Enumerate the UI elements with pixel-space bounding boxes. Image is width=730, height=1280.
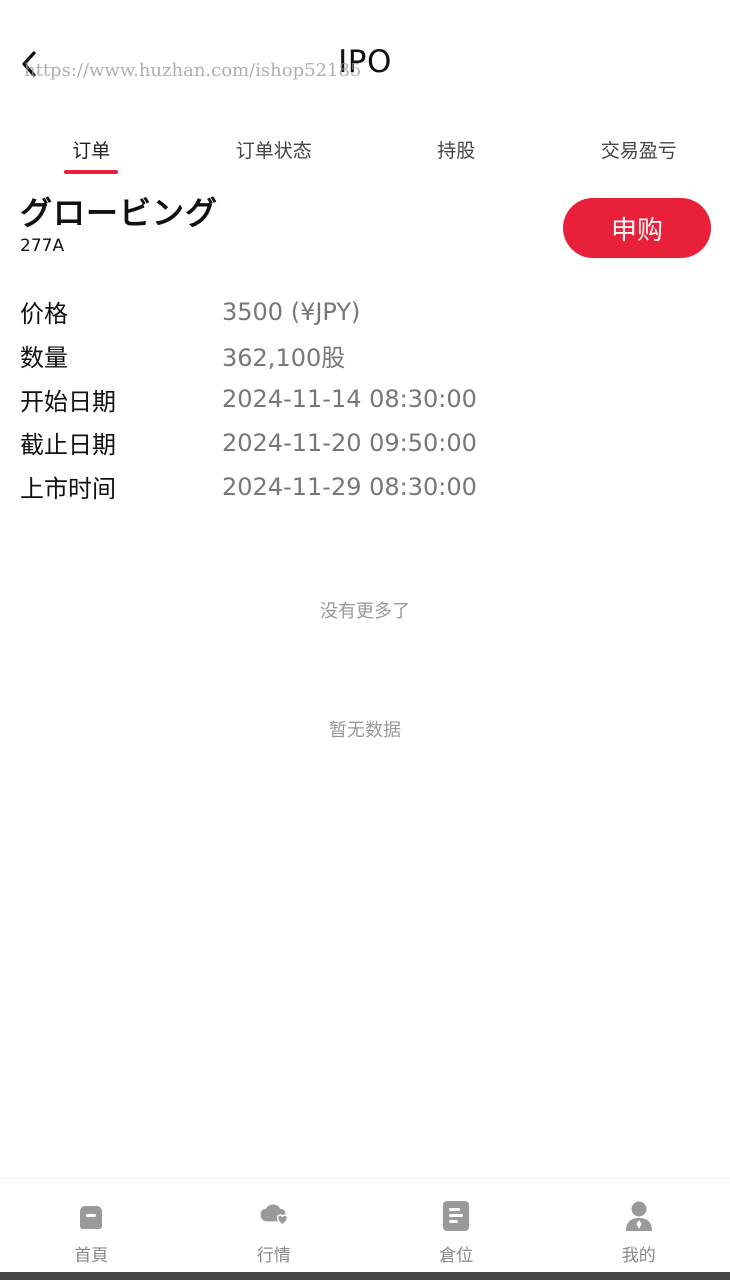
tab-trade-pnl[interactable]: 交易盈亏 [548,128,730,180]
detail-label: 上市时间 [20,475,116,504]
tab-bar: 订单 订单状态 持股 交易盈亏 [0,128,730,180]
detail-row-quantity: 数量 362,100股 [20,334,710,378]
nav-item-positions[interactable]: 倉位 [365,1179,548,1272]
tab-label: 交易盈亏 [600,140,677,162]
empty-state-text: 暂无数据 [329,720,401,741]
tab-orders[interactable]: 订单 [0,128,183,180]
nav-item-market[interactable]: 行情 [183,1179,366,1272]
bottom-navigation: 首頁 行情 倉位 我的 [0,1178,730,1272]
detail-value: 362,100股 [222,344,346,373]
subscribe-button[interactable]: 申购 [563,198,711,258]
detail-label: 价格 [20,300,68,329]
tab-order-status[interactable]: 订单状态 [183,128,366,180]
detail-label: 开始日期 [20,387,116,416]
tab-holdings[interactable]: 持股 [365,128,548,180]
detail-value: 2024-11-29 08:30:00 [222,472,477,501]
ipo-item-card: グロービング 277A 申购 价格 3500 (¥JPY) 数量 362,100… [0,182,730,522]
list-end-text: 没有更多了 [320,601,410,622]
nav-label: 行情 [256,1246,291,1266]
active-tab-indicator [64,170,119,174]
nav-item-profile[interactable]: 我的 [548,1179,730,1272]
home-icon [75,1199,107,1233]
detail-label: 数量 [20,344,68,373]
tab-label: 订单 [72,140,111,162]
ipo-details: 价格 3500 (¥JPY) 数量 362,100股 开始日期 2024-11-… [20,290,710,508]
detail-value: 3500 (¥JPY) [222,297,361,326]
profile-icon [623,1199,655,1233]
nav-label: 倉位 [439,1246,474,1266]
detail-row-start-date: 开始日期 2024-11-14 08:30:00 [20,377,710,421]
position-document-icon [440,1199,472,1233]
detail-row-end-date: 截止日期 2024-11-20 09:50:00 [20,421,710,465]
nav-label: 我的 [621,1246,656,1266]
detail-value: 2024-11-14 08:30:00 [222,385,477,414]
tab-label: 订单状态 [235,140,312,162]
detail-label: 截止日期 [20,431,116,460]
header-bar: IPO https://www.huzhan.com/ishop52185 [0,0,730,125]
stock-code: 277A [20,236,65,256]
tab-label: 持股 [437,140,476,162]
system-home-bar [0,1272,730,1280]
detail-row-listing-time: 上市时间 2024-11-29 08:30:00 [20,465,710,509]
watermark-text: https://www.huzhan.com/ishop52185 [24,60,362,81]
nav-item-home[interactable]: 首頁 [0,1179,183,1272]
stock-name: グロービング [20,194,219,232]
nav-label: 首頁 [74,1246,109,1266]
detail-row-price: 价格 3500 (¥JPY) [20,290,710,334]
detail-value: 2024-11-20 09:50:00 [222,428,477,457]
market-heart-icon [258,1199,290,1233]
